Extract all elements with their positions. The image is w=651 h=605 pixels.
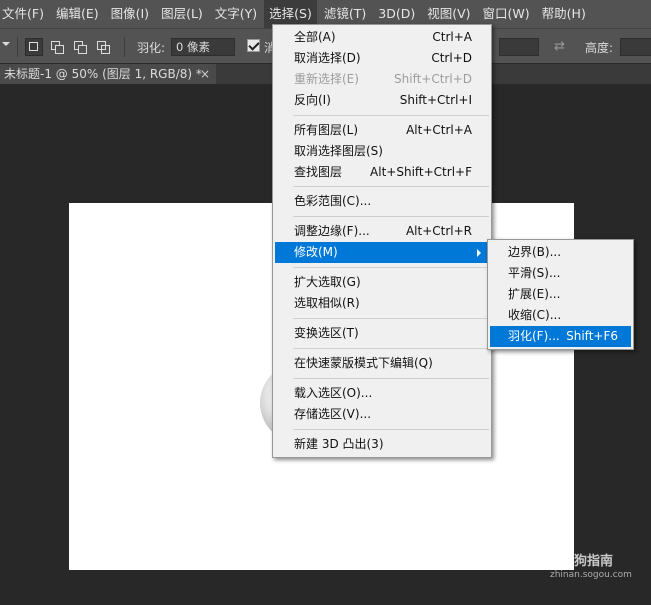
tool-preset-dropdown-icon[interactable]	[2, 42, 10, 46]
menu-divider	[293, 216, 489, 217]
sogou-watermark: 搜狗指南 zhinan.sogou.com	[540, 548, 640, 588]
menu-item-new-3d-extrusion[interactable]: 新建 3D 凸出(3)	[275, 434, 489, 455]
subtract-from-selection-button[interactable]	[71, 38, 89, 56]
submenu-item-label: 羽化(F)...	[508, 329, 560, 343]
menu-item-label: 调整边缘(F)...	[294, 224, 370, 238]
document-tab[interactable]: 未标题-1 @ 50% (图层 1, RGB/8) * ×	[0, 64, 216, 84]
antialias-checkbox[interactable]	[247, 39, 260, 52]
menu-item-label: 载入选区(O)...	[294, 386, 373, 400]
menu-item-label: 扩大选取(G)	[294, 275, 361, 289]
menu-item-find-layers[interactable]: 查找图层 Alt+Shift+Ctrl+F	[275, 162, 489, 183]
menu-item-color-range[interactable]: 色彩范围(C)...	[275, 191, 489, 212]
submenu-item-border[interactable]: 边界(B)...	[490, 242, 631, 263]
feather-label: 羽化:	[137, 41, 166, 55]
new-selection-button[interactable]	[25, 38, 43, 56]
menu-item-similar[interactable]: 选取相似(R)	[275, 293, 489, 314]
menu-item-label: 取消选择图层(S)	[294, 144, 383, 158]
sogou-logo-icon	[540, 550, 560, 570]
menu-item-label: 修改(M)	[294, 245, 338, 259]
menu-type[interactable]: 文字(Y)	[210, 0, 262, 28]
new-selection-icon	[29, 42, 38, 51]
menu-item-shortcut: Shift+Ctrl+I	[399, 93, 472, 107]
menu-item-label: 重新选择(E)	[294, 72, 359, 86]
menu-item-shortcut: Ctrl+A	[432, 30, 472, 44]
watermark-brand: 搜狗指南	[561, 554, 614, 569]
menu-divider	[293, 378, 489, 379]
submenu-item-expand[interactable]: 扩展(E)...	[490, 284, 631, 305]
submenu-item-shortcut: Shift+F6	[566, 329, 618, 343]
menu-item-modify[interactable]: 修改(M)	[275, 242, 489, 263]
subtract-selection-icon-overlap	[78, 45, 87, 54]
select-menu-dropdown: 全部(A) Ctrl+A 取消选择(D) Ctrl+D 重新选择(E) Shif…	[272, 24, 492, 458]
menu-item-label: 在快速蒙版模式下编辑(Q)	[294, 356, 433, 370]
menu-item-all-layers[interactable]: 所有图层(L) Alt+Ctrl+A	[275, 120, 489, 141]
intersect-selection-icon-overlap	[101, 45, 110, 54]
menu-item-shortcut: Ctrl+D	[431, 51, 472, 65]
divider	[124, 37, 125, 57]
menu-divider	[293, 318, 489, 319]
menu-item-shortcut: Alt+Ctrl+R	[405, 224, 472, 238]
menu-item-shortcut: Alt+Shift+Ctrl+F	[370, 165, 472, 179]
menu-item-shortcut: Shift+Ctrl+D	[394, 72, 472, 86]
menu-item-label: 取消选择(D)	[294, 51, 361, 65]
watermark-url: zhinan.sogou.com	[550, 570, 632, 580]
menu-divider	[293, 115, 489, 116]
close-icon[interactable]: ×	[200, 64, 210, 84]
menu-item-label: 所有图层(L)	[294, 123, 359, 137]
submenu-item-label: 边界(B)...	[508, 245, 562, 259]
menu-item-label: 新建 3D 凸出(3)	[294, 437, 384, 451]
submenu-arrow-icon	[477, 249, 481, 257]
menu-item-grow[interactable]: 扩大选取(G)	[275, 272, 489, 293]
add-to-selection-button[interactable]	[48, 38, 66, 56]
menu-divider	[293, 429, 489, 430]
menu-divider	[293, 186, 489, 187]
height-label: 高度:	[585, 41, 614, 55]
menu-item-quick-mask[interactable]: 在快速蒙版模式下编辑(Q)	[275, 353, 489, 374]
menu-file[interactable]: 文件(F)	[0, 0, 49, 28]
menu-item-label: 反向(I)	[294, 93, 331, 107]
menu-divider	[293, 348, 489, 349]
intersect-selection-button[interactable]	[94, 38, 112, 56]
menu-item-label: 全部(A)	[294, 30, 336, 44]
menu-item-label: 存储选区(V)...	[294, 407, 372, 421]
menu-divider	[293, 267, 489, 268]
menu-item-deselect-layers[interactable]: 取消选择图层(S)	[275, 141, 489, 162]
submenu-item-label: 扩展(E)...	[508, 287, 561, 301]
add-selection-icon-overlap	[55, 45, 64, 54]
menu-item-reselect: 重新选择(E) Shift+Ctrl+D	[275, 69, 489, 90]
menu-image[interactable]: 图像(I)	[106, 0, 154, 28]
submenu-item-label: 平滑(S)...	[508, 266, 561, 280]
menu-item-shortcut: Alt+Ctrl+A	[406, 123, 472, 137]
swap-dimensions-icon[interactable]: ⇄	[554, 39, 565, 54]
menu-item-load-selection[interactable]: 载入选区(O)...	[275, 383, 489, 404]
menu-item-label: 色彩范围(C)...	[294, 194, 372, 208]
submenu-item-label: 收缩(C)...	[508, 308, 562, 322]
menu-item-label: 查找图层	[294, 165, 343, 179]
width-input[interactable]	[499, 38, 539, 56]
menu-item-select-all[interactable]: 全部(A) Ctrl+A	[275, 27, 489, 48]
submenu-item-contract[interactable]: 收缩(C)...	[490, 305, 631, 326]
menu-item-save-selection[interactable]: 存储选区(V)...	[275, 404, 489, 425]
divider	[17, 37, 18, 57]
menu-item-label: 变换选区(T)	[294, 326, 359, 340]
submenu-item-smooth[interactable]: 平滑(S)...	[490, 263, 631, 284]
height-input[interactable]	[620, 38, 651, 56]
menu-layer[interactable]: 图层(L)	[156, 0, 208, 28]
menu-item-deselect[interactable]: 取消选择(D) Ctrl+D	[275, 48, 489, 69]
menu-help[interactable]: 帮助(H)	[537, 0, 591, 28]
modify-submenu: 边界(B)... 平滑(S)... 扩展(E)... 收缩(C)... 羽化(F…	[487, 239, 634, 350]
menu-item-label: 选取相似(R)	[294, 296, 360, 310]
menu-item-inverse[interactable]: 反向(I) Shift+Ctrl+I	[275, 90, 489, 111]
menu-item-transform-selection[interactable]: 变换选区(T)	[275, 323, 489, 344]
menu-edit[interactable]: 编辑(E)	[51, 0, 104, 28]
menu-item-refine-edge[interactable]: 调整边缘(F)... Alt+Ctrl+R	[275, 221, 489, 242]
feather-input[interactable]: 0 像素	[171, 38, 235, 56]
document-tab-title: 未标题-1 @ 50% (图层 1, RGB/8) *	[4, 67, 202, 81]
submenu-item-feather[interactable]: 羽化(F)... Shift+F6	[490, 326, 631, 347]
